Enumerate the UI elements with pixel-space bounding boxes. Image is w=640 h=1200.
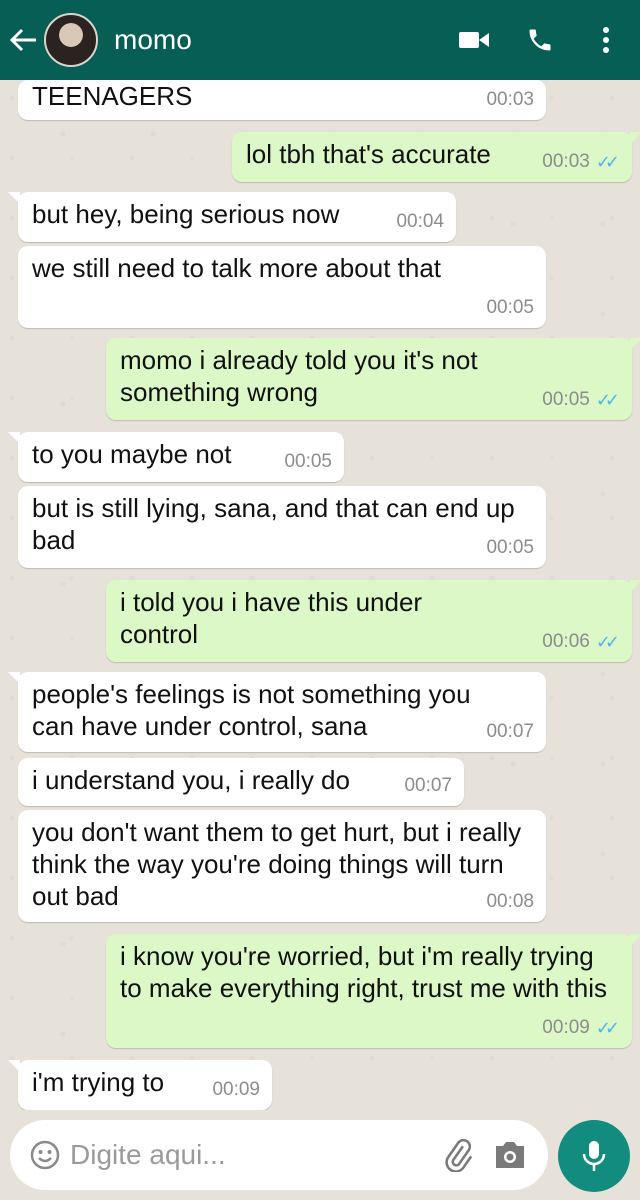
message-input-container[interactable] [10,1120,548,1190]
message-time: 00:04 [396,211,444,232]
message-incoming[interactable]: i understand you, i really do 00:07 [18,758,464,806]
message-meta: 00:07 [486,716,534,748]
message-time: 00:09 [212,1079,260,1100]
message-outgoing[interactable]: momo i already told you it's not somethi… [106,338,640,420]
message-incoming[interactable]: but hey, being serious now 00:04 [8,192,456,242]
message-time: 00:06 [542,631,590,652]
message-incoming[interactable]: people's feelings is not something you c… [8,672,546,752]
message-text: we still need to talk more about that [32,253,442,283]
message-list[interactable]: TEENAGERS 00:03 lol tbh that's accurate … [0,80,640,1110]
message-meta: 00:03 ✓✓ [542,146,620,178]
camera-icon[interactable] [490,1135,530,1175]
phone-icon[interactable] [520,20,560,60]
message-meta: 00:06 ✓✓ [542,626,620,658]
message-text: i told you i have this under control [120,587,423,649]
back-arrow-icon[interactable] [8,24,40,56]
message-meta: 00:05 [486,532,534,564]
message-time: 00:08 [486,891,534,912]
message-meta: 00:05 [284,446,332,478]
message-time: 00:07 [486,721,534,742]
message-text: i understand you, i really do [32,765,350,795]
video-call-icon[interactable] [454,20,494,60]
message-outgoing[interactable]: lol tbh that's accurate 00:03 ✓✓ [232,132,640,182]
message-meta: 00:04 [396,206,444,238]
message-text: people's feelings is not something you c… [32,679,471,741]
read-ticks-icon: ✓✓ [595,1018,620,1038]
message-text: but is still lying, sana, and that can e… [32,493,515,555]
emoji-icon[interactable] [28,1138,62,1172]
message-text: but hey, being serious now [32,199,340,229]
read-ticks-icon: ✓✓ [595,152,620,172]
message-incoming[interactable]: but is still lying, sana, and that can e… [18,486,546,568]
contact-name[interactable]: momo [114,24,454,56]
message-time: 00:05 [542,389,590,410]
message-time: 00:09 [542,1017,590,1038]
message-time: 00:05 [284,451,332,472]
message-time: 00:03 [542,151,590,172]
message-time: 00:05 [486,537,534,558]
attach-icon[interactable] [438,1135,478,1175]
message-text: momo i already told you it's not somethi… [120,345,478,407]
message-incoming[interactable]: we still need to talk more about that 00… [18,246,546,328]
mic-icon [582,1141,606,1171]
message-text: i know you're worried, but i'm really tr… [120,941,607,1003]
message-meta: 00:05 ✓✓ [542,384,620,416]
message-time: 00:03 [486,89,534,110]
message-meta: 00:09 ✓✓ [542,1012,620,1044]
message-meta: 00:05 [486,292,534,324]
more-vert-icon[interactable] [586,20,626,60]
read-ticks-icon: ✓✓ [595,390,620,410]
message-outgoing[interactable]: i told you i have this under control 00:… [106,580,640,662]
message-text: you don't want them to get hurt, but i r… [32,817,522,911]
message-meta: 00:09 [212,1074,260,1106]
message-outgoing[interactable]: i know you're worried, but i'm really tr… [106,934,640,1048]
message-text: TEENAGERS [32,81,193,111]
message-time: 00:07 [404,775,452,796]
message-meta: 00:07 [404,770,452,802]
message-incoming[interactable]: TEENAGERS 00:03 [18,80,546,120]
message-incoming[interactable]: to you maybe not 00:05 [8,432,344,482]
avatar[interactable] [44,13,98,67]
message-meta: 00:08 [486,886,534,918]
message-time: 00:05 [486,297,534,318]
message-incoming[interactable]: i'm trying to 00:09 [8,1060,272,1110]
read-ticks-icon: ✓✓ [595,632,620,652]
composer-bar [0,1110,640,1200]
chat-header: momo [0,0,640,80]
mic-button[interactable] [558,1120,630,1192]
message-input[interactable] [70,1139,430,1171]
message-incoming[interactable]: you don't want them to get hurt, but i r… [18,810,546,922]
message-meta: 00:03 [486,84,534,116]
